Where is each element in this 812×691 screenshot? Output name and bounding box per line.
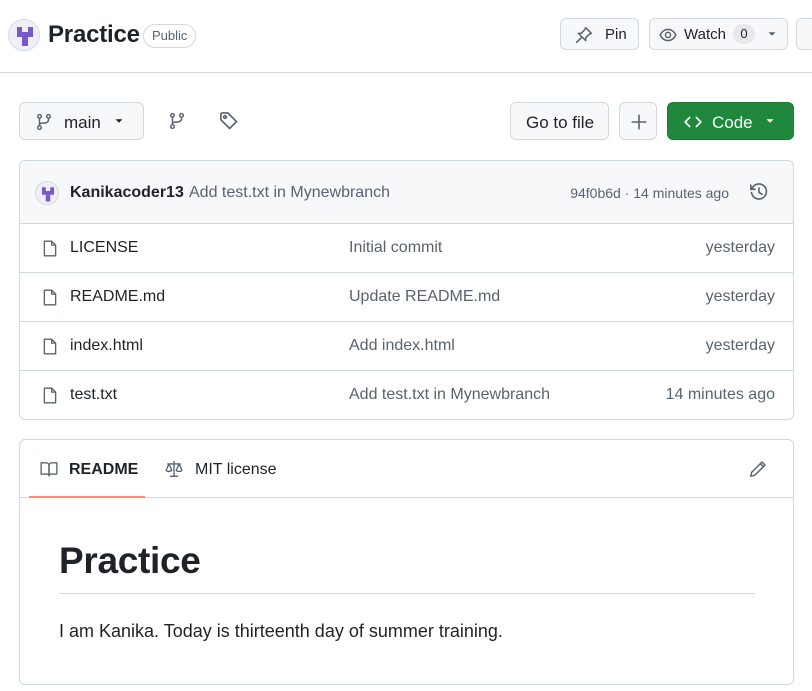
repo-name[interactable]: Practice — [48, 21, 140, 49]
latest-commit-bar: Kanikacoder13 Add test.txt in Mynewbranc… — [20, 161, 793, 224]
pin-label: Pin — [605, 26, 627, 43]
plus-icon — [630, 113, 648, 131]
tab-readme[interactable]: README — [29, 440, 145, 498]
file-name[interactable]: LICENSE — [70, 239, 138, 257]
visibility-badge: Public — [143, 24, 197, 48]
tag-icon[interactable] — [219, 111, 239, 131]
tab-license-label: MIT license — [195, 461, 277, 478]
add-file-button[interactable] — [619, 102, 657, 140]
branch-selector[interactable]: main — [19, 102, 144, 140]
file-name[interactable]: README.md — [70, 288, 165, 306]
readme-title: Practice — [59, 540, 755, 594]
file-age: yesterday — [705, 337, 775, 354]
file-icon — [41, 386, 59, 405]
chevron-down-icon[interactable] — [765, 27, 779, 41]
code-label: Code — [712, 113, 753, 132]
code-button[interactable]: Code — [667, 102, 794, 140]
watch-button[interactable]: Watch 0 — [649, 18, 788, 50]
git-branch-icon — [35, 113, 53, 131]
watch-count: 0 — [733, 24, 755, 44]
table-row[interactable]: LICENSE Initial commit yesterday — [20, 224, 793, 273]
file-commit-message[interactable]: Add test.txt in Mynewbranch — [349, 386, 550, 404]
commit-hash-time[interactable]: 94f0b6d · 14 minutes ago — [570, 185, 729, 201]
pin-button[interactable]: Pin — [560, 18, 639, 50]
table-row[interactable]: test.txt Add test.txt in Mynewbranch 14 … — [20, 371, 793, 419]
history-icon[interactable] — [749, 182, 769, 202]
file-icon — [41, 288, 59, 307]
avatar[interactable] — [35, 181, 59, 205]
branch-name: main — [64, 113, 101, 132]
watch-label: Watch — [684, 26, 726, 43]
file-commit-message[interactable]: Initial commit — [349, 239, 442, 257]
fork-button[interactable] — [796, 18, 812, 50]
file-icon — [41, 239, 59, 258]
tab-readme-label: README — [69, 461, 139, 478]
file-commit-message[interactable]: Add index.html — [349, 337, 455, 355]
commit-author[interactable]: Kanikacoder13 — [70, 184, 184, 202]
readme-body: I am Kanika. Today is thirteenth day of … — [59, 621, 503, 641]
chevron-down-icon — [763, 114, 777, 128]
file-icon — [41, 337, 59, 356]
file-age: 14 minutes ago — [665, 386, 775, 403]
go-to-file-button[interactable]: Go to file — [510, 102, 609, 140]
repo-header: Practice Public Pin Watch 0 — [0, 0, 812, 73]
code-icon — [683, 113, 703, 131]
owner-avatar[interactable] — [8, 19, 40, 51]
commit-message[interactable]: Add test.txt in Mynewbranch — [189, 184, 390, 202]
readme-panel: README MIT license Practice I am Kanika.… — [19, 439, 794, 685]
table-row[interactable]: README.md Update README.md yesterday — [20, 273, 793, 322]
eye-icon — [659, 26, 677, 44]
tab-license[interactable]: MIT license — [154, 440, 284, 498]
file-age: yesterday — [705, 239, 775, 256]
table-row[interactable]: index.html Add index.html yesterday — [20, 322, 793, 371]
file-name[interactable]: index.html — [70, 337, 143, 355]
go-to-file-label: Go to file — [526, 113, 595, 132]
pin-icon — [575, 26, 593, 44]
git-branch-icon[interactable] — [168, 111, 186, 131]
pencil-icon[interactable] — [749, 460, 767, 478]
file-name[interactable]: test.txt — [70, 386, 117, 404]
chevron-down-icon — [112, 114, 126, 128]
file-table: Kanikacoder13 Add test.txt in Mynewbranc… — [19, 160, 794, 420]
readme-tab-bar: README MIT license — [20, 440, 793, 498]
book-icon — [39, 460, 59, 478]
file-age: yesterday — [705, 288, 775, 305]
file-commit-message[interactable]: Update README.md — [349, 288, 500, 306]
law-icon — [164, 460, 184, 478]
